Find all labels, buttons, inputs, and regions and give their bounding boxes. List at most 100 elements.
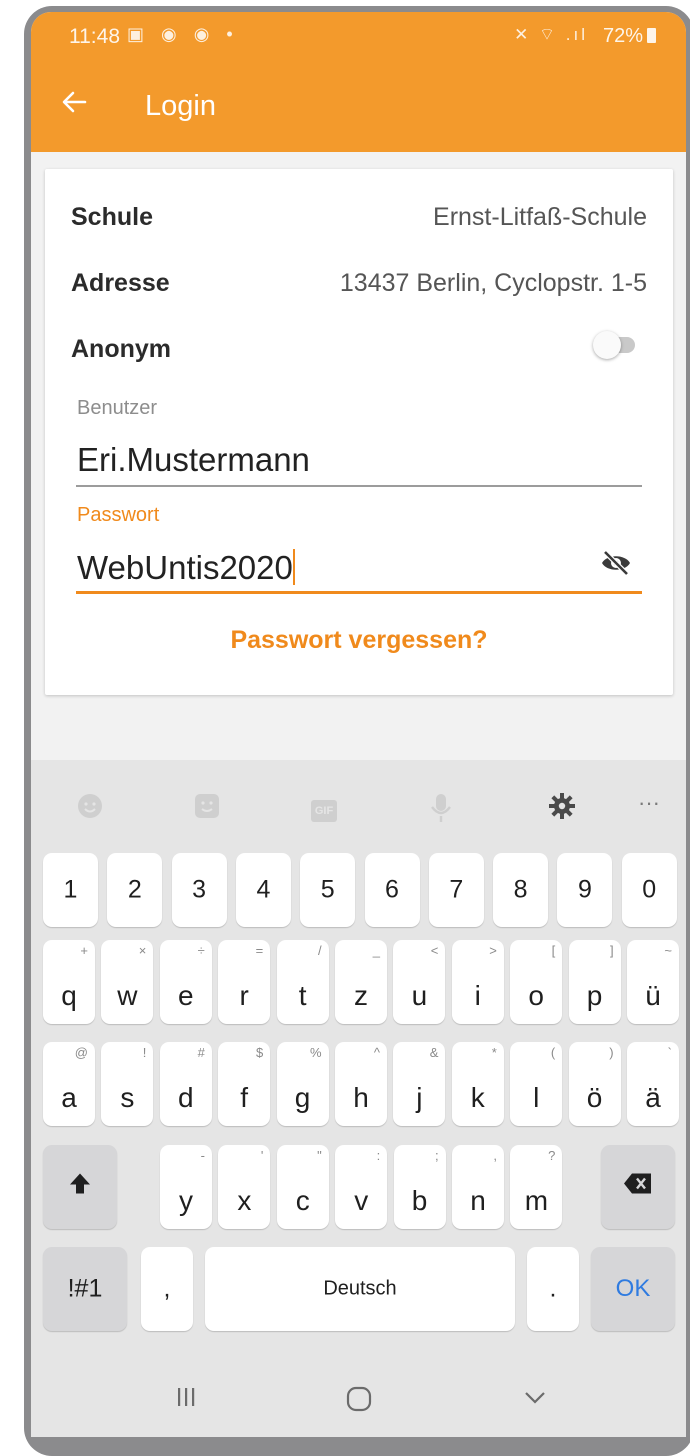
key-d[interactable]: # d bbox=[159, 1042, 212, 1126]
key-5[interactable]: 5 bbox=[300, 853, 356, 927]
key-v[interactable]: :v bbox=[335, 1145, 388, 1229]
key-8[interactable]: 8 bbox=[493, 853, 549, 927]
password-text: WebUntis2020 bbox=[77, 549, 293, 586]
key-ö[interactable]: ) ö bbox=[568, 1042, 621, 1126]
key-7[interactable]: 7 bbox=[428, 853, 484, 927]
key-hint: % bbox=[310, 1045, 322, 1060]
key-6[interactable]: 6 bbox=[364, 853, 420, 927]
key-b[interactable]: ; b bbox=[393, 1145, 446, 1229]
back-nav-icon[interactable] bbox=[523, 1386, 547, 1414]
key-label: l bbox=[533, 1082, 540, 1113]
key-m[interactable]: ? m bbox=[510, 1145, 563, 1229]
on-screen-keyboard: GIF ··· 1 2 3 4 5 6 7 8 9 0 + q × w ÷ e = r / t _ z < u > i[o] p ~ ü… bbox=[31, 760, 686, 1437]
key-label: i bbox=[474, 980, 481, 1011]
login-card: Schule Ernst-Litfaß-Schule Adresse 13437… bbox=[45, 169, 673, 695]
key-2[interactable]: 2 bbox=[107, 853, 163, 927]
emoji-icon[interactable] bbox=[70, 793, 110, 826]
key-label: w bbox=[117, 980, 138, 1011]
anonymous-toggle[interactable] bbox=[593, 331, 635, 359]
key-r[interactable]: = r bbox=[218, 940, 271, 1024]
key-9[interactable]: 9 bbox=[557, 853, 613, 927]
key-label: 5 bbox=[320, 875, 335, 904]
key-o[interactable]: [o bbox=[510, 940, 563, 1024]
home-icon[interactable] bbox=[346, 1386, 372, 1419]
key-t[interactable]: / t bbox=[276, 940, 329, 1024]
key-hint: ] bbox=[609, 943, 614, 958]
key-g[interactable]: % g bbox=[276, 1042, 329, 1126]
key-a[interactable]: @ a bbox=[43, 1042, 95, 1126]
microphone-icon[interactable] bbox=[421, 793, 461, 830]
gif-label: GIF bbox=[310, 800, 338, 822]
key-p[interactable]: ] p bbox=[568, 940, 621, 1024]
key-3[interactable]: 3 bbox=[171, 853, 227, 927]
space-key-label: Deutsch bbox=[323, 1277, 397, 1300]
key-label: j bbox=[416, 1082, 423, 1113]
period-key[interactable]: . bbox=[527, 1247, 579, 1331]
key-label: p bbox=[586, 980, 603, 1011]
key-y[interactable]: -y bbox=[160, 1145, 212, 1229]
user-field-label: Benutzer bbox=[77, 397, 158, 419]
sticker-icon[interactable] bbox=[187, 793, 227, 826]
ok-key[interactable]: OK bbox=[591, 1247, 675, 1331]
password-input[interactable]: WebUntis2020 bbox=[77, 549, 295, 587]
key-label: k bbox=[470, 1082, 485, 1113]
key-label: m bbox=[524, 1185, 549, 1216]
key-u[interactable]: < u bbox=[393, 940, 446, 1024]
key-c[interactable]: " c bbox=[276, 1145, 329, 1229]
gif-icon[interactable]: GIF bbox=[304, 793, 344, 822]
key-n[interactable]: ,n bbox=[452, 1145, 504, 1229]
key-label: 2 bbox=[127, 875, 142, 904]
key-label: 3 bbox=[192, 875, 207, 904]
shift-key[interactable] bbox=[43, 1145, 117, 1229]
key-label: 1 bbox=[63, 875, 78, 904]
key-label: !#1 bbox=[67, 1274, 103, 1303]
back-arrow-icon[interactable] bbox=[61, 88, 87, 120]
key-l[interactable]: (l bbox=[510, 1042, 563, 1126]
key-hint: " bbox=[317, 1148, 322, 1163]
battery-status: 72% bbox=[603, 25, 656, 48]
key-j[interactable]: & j bbox=[393, 1042, 446, 1126]
key-hint: ` bbox=[667, 1045, 672, 1060]
key-ä[interactable]: ` ä bbox=[627, 1042, 679, 1126]
recent-apps-icon[interactable] bbox=[175, 1386, 197, 1415]
key-label: g bbox=[294, 1082, 311, 1113]
key-h[interactable]: ^ h bbox=[335, 1042, 387, 1126]
key-label: c bbox=[295, 1185, 310, 1216]
key-label: z bbox=[354, 980, 368, 1011]
key-s[interactable]: ! s bbox=[101, 1042, 154, 1126]
key-hint: > bbox=[489, 943, 497, 958]
key-1[interactable]: 1 bbox=[43, 853, 98, 927]
gear-icon[interactable] bbox=[542, 793, 582, 826]
key-i[interactable]: > i bbox=[451, 940, 504, 1024]
key-label: a bbox=[61, 1082, 77, 1113]
status-bar: 11:48 ▣ ◉ ◉ • ✕ ⌔ .ıl 72% bbox=[31, 12, 686, 62]
forgot-password-link[interactable]: Passwort vergessen? bbox=[45, 626, 673, 655]
battery-icon bbox=[647, 28, 656, 43]
hide-password-icon[interactable] bbox=[599, 549, 633, 577]
key-hint: ( bbox=[550, 1045, 556, 1060]
key-e[interactable]: ÷ e bbox=[159, 940, 212, 1024]
more-icon[interactable]: ··· bbox=[629, 790, 669, 816]
school-label: Schule bbox=[71, 203, 153, 231]
status-time: 11:48 bbox=[69, 25, 120, 48]
key-hint: - bbox=[200, 1148, 205, 1163]
key-ü[interactable]: ~ ü bbox=[627, 940, 679, 1024]
symbols-key[interactable]: !#1 bbox=[43, 1247, 127, 1331]
comma-key[interactable]: , bbox=[141, 1247, 193, 1331]
key-x[interactable]: ' x bbox=[218, 1145, 271, 1229]
key-w[interactable]: × w bbox=[101, 940, 154, 1024]
key-0[interactable]: 0 bbox=[621, 853, 677, 927]
toggle-thumb bbox=[593, 331, 621, 359]
key-hint: & bbox=[429, 1045, 439, 1060]
key-4[interactable]: 4 bbox=[235, 853, 291, 927]
key-f[interactable]: $ f bbox=[218, 1042, 271, 1126]
user-input[interactable]: Eri.Mustermann bbox=[77, 441, 310, 479]
space-key[interactable]: Deutsch bbox=[205, 1247, 515, 1331]
key-hint: : bbox=[376, 1148, 381, 1163]
key-z[interactable]: _ z bbox=[335, 940, 387, 1024]
key-k[interactable]: * k bbox=[451, 1042, 504, 1126]
key-hint: ~ bbox=[664, 943, 672, 958]
key-q[interactable]: + q bbox=[43, 940, 95, 1024]
navigation-bar bbox=[31, 1372, 686, 1437]
backspace-key[interactable] bbox=[601, 1145, 675, 1229]
